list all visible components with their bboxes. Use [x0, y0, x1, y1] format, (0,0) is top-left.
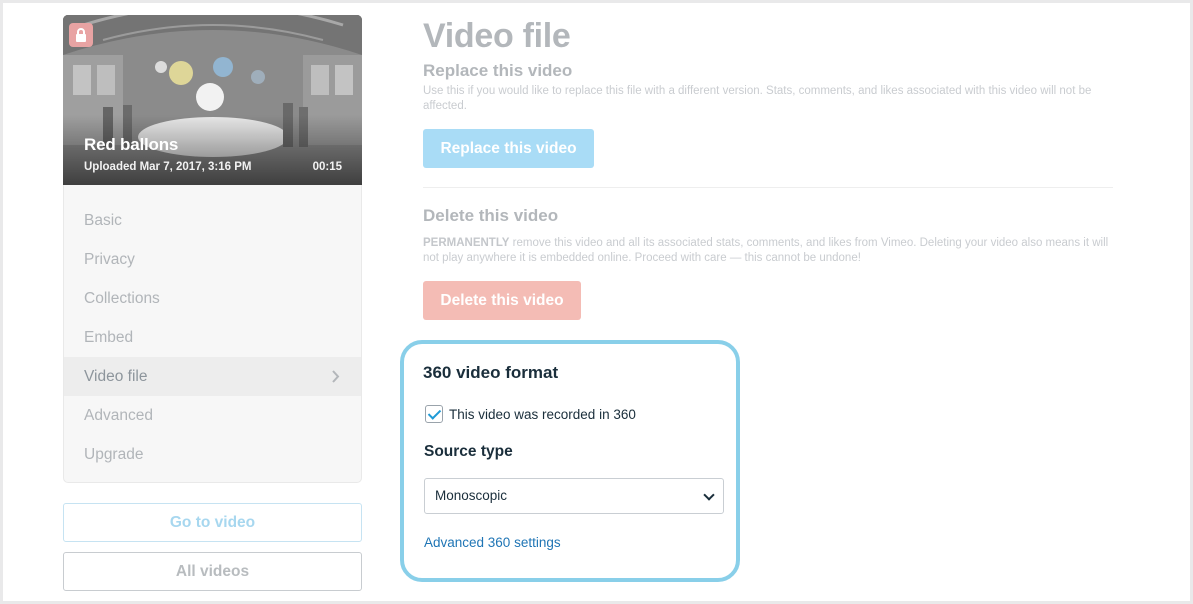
- menu-item-collections[interactable]: Collections: [64, 279, 361, 318]
- video-duration: 00:15: [312, 161, 342, 173]
- menu-item-label: Privacy: [84, 251, 135, 268]
- source-type-value: Monoscopic: [435, 488, 508, 503]
- menu-item-label: Video file: [84, 368, 148, 385]
- upload-date: Uploaded Mar 7, 2017, 3:16 PM: [84, 161, 252, 173]
- menu-item-upgrade[interactable]: Upgrade: [64, 435, 361, 474]
- lock-icon: [69, 23, 93, 47]
- menu-item-label: Advanced: [84, 407, 153, 424]
- replace-heading: Replace this video: [423, 61, 573, 80]
- recorded-360-checkbox[interactable]: [425, 405, 443, 423]
- advanced-360-settings-link[interactable]: Advanced 360 settings: [424, 535, 561, 550]
- delete-description: PERMANENTLY remove this video and all it…: [423, 236, 1123, 266]
- chevron-down-icon: [703, 489, 715, 501]
- video-360-panel: 360 video format This video was recorded…: [400, 340, 740, 582]
- menu-item-label: Embed: [84, 329, 134, 346]
- menu-item-privacy[interactable]: Privacy: [64, 240, 361, 279]
- menu-item-basic[interactable]: Basic: [64, 201, 361, 240]
- recorded-360-label[interactable]: This video was recorded in 360: [449, 407, 636, 422]
- section-divider: [423, 187, 1113, 188]
- replace-video-button[interactable]: Replace this video: [423, 129, 594, 168]
- panel-360-title: 360 video format: [423, 363, 559, 382]
- menu-item-label: Upgrade: [84, 446, 144, 463]
- source-type-select[interactable]: Monoscopic: [424, 478, 724, 514]
- video-title: Red ballons: [84, 135, 179, 154]
- menu-item-label: Collections: [84, 290, 160, 307]
- menu-item-video-file[interactable]: Video file: [64, 357, 361, 396]
- replace-description: Use this if you would like to replace th…: [423, 85, 1092, 112]
- all-videos-button[interactable]: All videos: [63, 552, 362, 591]
- delete-description-strong: PERMANENTLY: [423, 237, 510, 249]
- settings-menu: Basic Privacy Collections Embed Video fi…: [63, 185, 362, 483]
- menu-item-label: Basic: [84, 212, 122, 229]
- delete-description-text: remove this video and all its associated…: [423, 237, 1109, 264]
- go-to-video-button[interactable]: Go to video: [63, 503, 362, 542]
- delete-heading: Delete this video: [423, 206, 559, 225]
- menu-item-advanced[interactable]: Advanced: [64, 396, 361, 435]
- menu-item-embed[interactable]: Embed: [64, 318, 361, 357]
- video-thumbnail[interactable]: Red ballons Uploaded Mar 7, 2017, 3:16 P…: [63, 15, 362, 185]
- delete-video-button[interactable]: Delete this video: [423, 281, 581, 320]
- page-title: Video file: [423, 17, 571, 55]
- source-type-label: Source type: [424, 443, 513, 460]
- page: Red ballons Uploaded Mar 7, 2017, 3:16 P…: [3, 3, 1190, 601]
